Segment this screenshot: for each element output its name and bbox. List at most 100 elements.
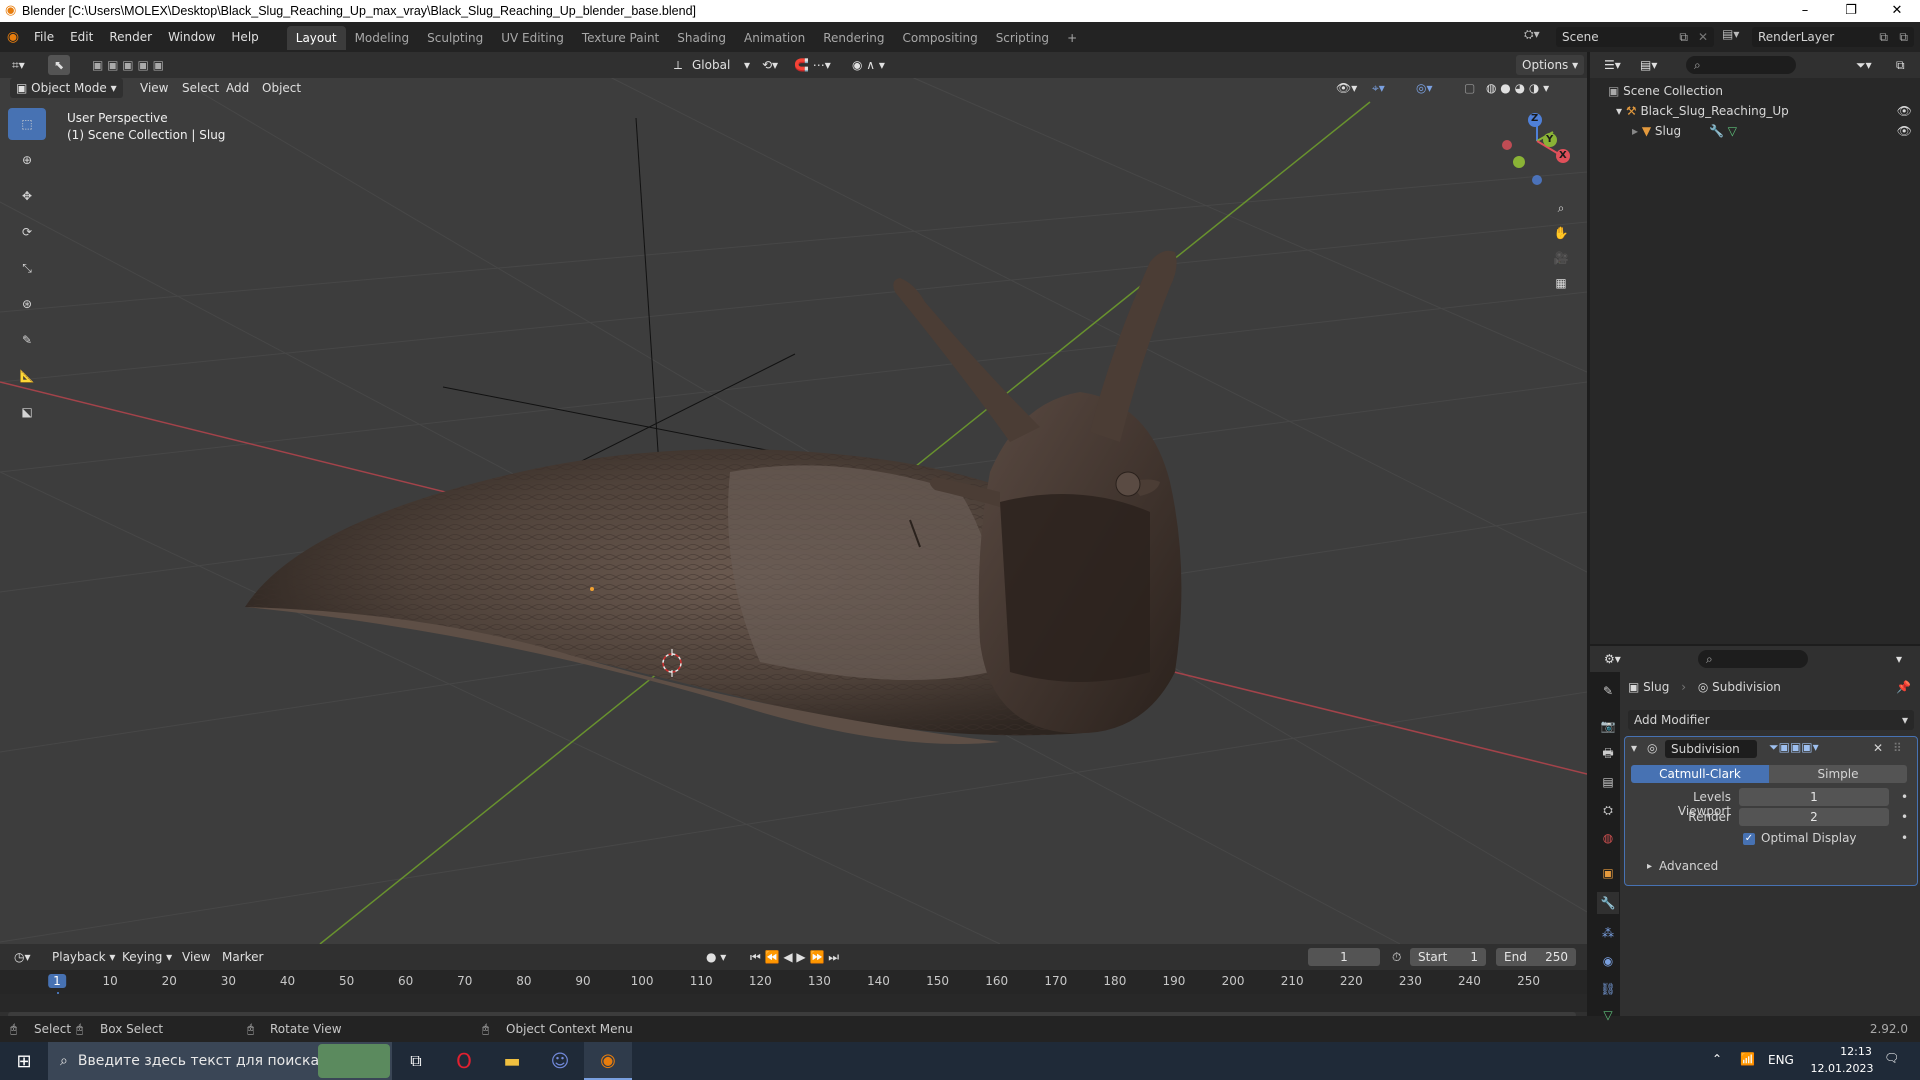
measure-tool-icon[interactable]: 📐 — [8, 360, 46, 392]
close-window-button[interactable]: ✕ — [1874, 0, 1920, 22]
clock-time[interactable]: 12:13 — [1822, 1045, 1890, 1058]
add-cube-tool-icon[interactable]: ⬕ — [8, 396, 46, 428]
camera-view-icon[interactable]: 🎥 — [1548, 245, 1574, 271]
modifier-tab-icon[interactable]: 🔧 — [1597, 892, 1619, 914]
grid-view-icon[interactable]: ▦ — [1548, 270, 1574, 296]
outliner-editor-type-icon[interactable]: ☰▾ — [1598, 55, 1627, 75]
menu-timeline-view[interactable]: View — [176, 947, 216, 967]
eye-icon[interactable]: 👁 — [1897, 124, 1912, 138]
tab-scripting[interactable]: Scripting — [987, 26, 1058, 50]
notifications-icon[interactable]: 🗨 — [1884, 1051, 1899, 1065]
world-tab-icon[interactable]: ◍ — [1597, 827, 1619, 849]
menu-help[interactable]: Help — [223, 22, 266, 52]
file-explorer-icon[interactable]: ▬ — [488, 1051, 536, 1072]
preview-range-icon[interactable]: ⏱ — [1386, 947, 1407, 967]
scene-tab-icon[interactable]: ⛭ — [1597, 799, 1619, 821]
add-workspace-button[interactable]: + — [1058, 26, 1086, 50]
tab-compositing[interactable]: Compositing — [893, 26, 986, 50]
opera-icon[interactable]: O — [440, 1049, 488, 1073]
modifier-wrench-icon[interactable]: 🔧 — [1709, 124, 1724, 138]
overlays-icon[interactable]: ◎▾ — [1410, 78, 1439, 98]
add-modifier-dropdown[interactable]: Add Modifier ▾ — [1628, 710, 1914, 730]
filter-icon[interactable]: ⏷▾ — [1850, 55, 1878, 75]
remove-view-layer-icon[interactable]: ⧉ — [1899, 27, 1908, 47]
menu-window[interactable]: Window — [160, 22, 223, 52]
blender-taskbar-icon[interactable]: ◉ — [584, 1042, 632, 1080]
mode-dropdown[interactable]: ▣ Object Mode ▾ — [10, 78, 123, 98]
data-tab-icon[interactable]: ▽ — [1597, 1004, 1619, 1026]
new-collection-icon[interactable]: ⧉ — [1890, 55, 1911, 75]
scale-tool-icon[interactable]: ⤡ — [8, 252, 46, 284]
tab-layout[interactable]: Layout — [286, 26, 346, 50]
menu-render[interactable]: Render — [101, 22, 160, 52]
remove-scene-icon[interactable]: ✕ — [1698, 27, 1708, 47]
select-tool-icon[interactable]: ⬉ — [48, 55, 71, 75]
tab-animation[interactable]: Animation — [735, 26, 814, 50]
output-tab-icon[interactable]: 🖶 — [1597, 743, 1619, 765]
gizmo-toggle-icon[interactable]: ⌖▾ — [1366, 78, 1391, 98]
display-mode-icon[interactable]: ▤▾ — [1634, 55, 1663, 75]
slug-mesh[interactable] — [245, 250, 1182, 744]
menu-keying[interactable]: Keying ▾ — [116, 947, 178, 967]
render-tab-icon[interactable]: 📷 — [1597, 715, 1619, 737]
annotate-tool-icon[interactable]: ✎ — [8, 324, 46, 356]
rotate-tool-icon[interactable]: ⟳ — [8, 216, 46, 248]
eye-icon[interactable]: 👁 — [1897, 104, 1912, 118]
menu-add[interactable]: Add — [220, 78, 255, 98]
menu-playback[interactable]: Playback ▾ — [46, 947, 121, 967]
snap-icon[interactable]: 🧲 ⋯▾ — [788, 55, 837, 75]
pin-icon[interactable]: 📌 — [1896, 680, 1911, 694]
tab-rendering[interactable]: Rendering — [814, 26, 893, 50]
selection-mode-icons[interactable]: ▣ ▣ ▣ ▣ ▣ — [86, 55, 170, 75]
taskbar-search-box[interactable]: ⌕ Введите здесь текст для поиска — [48, 1042, 392, 1080]
constraints-tab-icon[interactable]: ⛓ — [1597, 978, 1619, 1000]
proportional-edit-icon[interactable]: ◉ ∧ ▾ — [846, 55, 891, 75]
transform-orientation-dropdown[interactable]: Global — [686, 55, 736, 75]
cursor-tool-icon[interactable]: ⊕ — [8, 144, 46, 176]
properties-search-input[interactable]: ⌕ — [1698, 650, 1808, 668]
expand-icon[interactable]: ▸ — [1647, 861, 1652, 872]
frame-ruler[interactable]: 1 10 20 30 40 50 60 70 80 90 100 110 120 130 140 150 160… — [0, 970, 1587, 1012]
menu-edit[interactable]: Edit — [62, 22, 101, 52]
keyframe-dot-icon[interactable]: • — [1901, 831, 1908, 845]
remove-modifier-icon[interactable]: ✕ — [1873, 741, 1883, 755]
tab-uv-editing[interactable]: UV Editing — [492, 26, 573, 50]
tray-chevron-icon[interactable]: ⌃ — [1712, 1052, 1722, 1066]
particles-tab-icon[interactable]: ⁂ — [1597, 922, 1619, 944]
outliner-item-collection[interactable]: ▾ ⚒ Black_Slug_Reaching_Up 👁 — [1616, 104, 1912, 118]
view-layer-tab-icon[interactable]: ▤ — [1597, 771, 1619, 793]
view-layer-selector[interactable]: RenderLayer ⧉ ⧉ — [1752, 27, 1914, 47]
catmull-clark-button[interactable]: Catmull-Clark — [1631, 765, 1769, 783]
tab-sculpting[interactable]: Sculpting — [418, 26, 492, 50]
pivot-point-icon[interactable]: ⟲▾ — [756, 55, 784, 75]
menu-view[interactable]: View — [134, 78, 174, 98]
task-view-icon[interactable]: ⧉ — [392, 1051, 440, 1071]
discord-icon[interactable]: ☺ — [536, 1051, 584, 1072]
current-frame-field[interactable]: 1 — [1308, 948, 1380, 966]
collapse-icon[interactable]: ▾ — [1631, 741, 1637, 755]
tab-texture-paint[interactable]: Texture Paint — [573, 26, 668, 50]
editor-type-icon[interactable]: ⌗▾ — [6, 55, 31, 75]
minimize-button[interactable]: – — [1782, 0, 1828, 22]
new-scene-icon[interactable]: ⧉ — [1679, 27, 1688, 47]
tool-tab-icon[interactable]: ✎ — [1597, 680, 1619, 702]
select-box-tool-icon[interactable]: ⬚ — [8, 108, 46, 140]
clock-date[interactable]: 12.01.2023 — [1808, 1062, 1876, 1075]
menu-marker[interactable]: Marker — [216, 947, 269, 967]
end-frame-field[interactable]: End 250 — [1496, 948, 1576, 966]
chevron-down-icon[interactable]: ▾ — [1890, 649, 1908, 669]
transform-tool-icon[interactable]: ⊛ — [8, 288, 46, 320]
advanced-subpanel[interactable]: Advanced — [1659, 859, 1718, 873]
object-tab-icon[interactable]: ▣ — [1597, 862, 1619, 884]
zoom-icon[interactable]: ⌕ — [1548, 195, 1574, 221]
new-view-layer-icon[interactable]: ⧉ — [1879, 27, 1888, 47]
scene-selector[interactable]: Scene ⧉ ✕ — [1556, 27, 1714, 47]
playback-controls[interactable]: ⏮ ⏪ ◀ ▶ ⏩ ⏭ — [744, 947, 845, 967]
timeline-track-area[interactable] — [0, 994, 1587, 1012]
modifier-name-field[interactable]: Subdivision — [1665, 740, 1757, 758]
record-icon[interactable]: ● ▾ — [700, 947, 732, 967]
timeline-editor-type-icon[interactable]: ◷▾ — [8, 947, 37, 967]
expand-icon[interactable]: ▾ — [1616, 104, 1622, 118]
move-tool-icon[interactable]: ✥ — [8, 180, 46, 212]
windows-start-icon[interactable]: ⊞ — [0, 1042, 48, 1080]
